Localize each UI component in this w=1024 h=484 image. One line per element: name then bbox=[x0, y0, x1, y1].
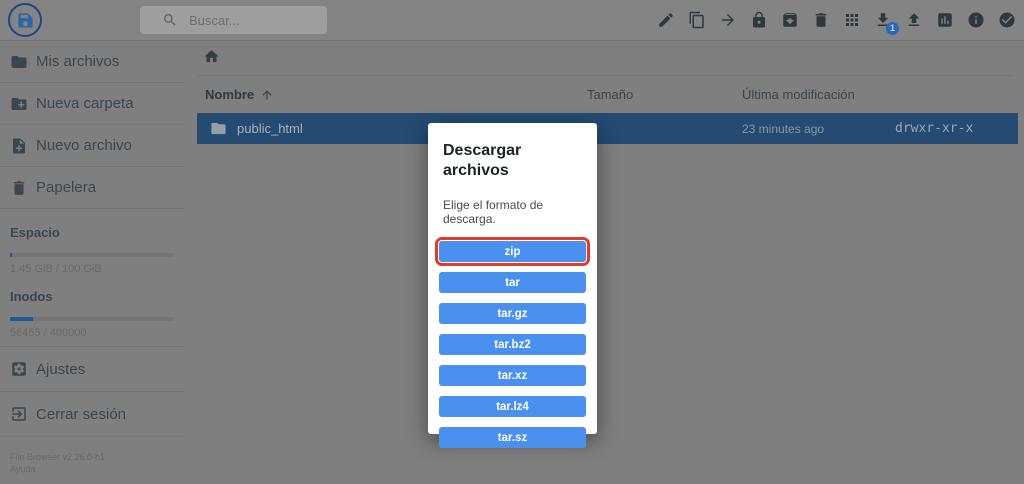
settings-gear-icon bbox=[10, 360, 28, 378]
inodes-progress-fill bbox=[10, 317, 34, 321]
sidebar-item-label: Papelera bbox=[36, 179, 97, 196]
copy-icon[interactable] bbox=[688, 11, 706, 29]
dialog-subtitle: Elige el formato de descarga. bbox=[443, 198, 544, 226]
sidebar-item-label: Mis archivos bbox=[36, 53, 120, 70]
search-box[interactable] bbox=[140, 6, 367, 34]
version-text: File Browser v2.26.0-h1 bbox=[10, 452, 106, 462]
column-header-name[interactable]: Nombre bbox=[205, 87, 274, 102]
select-check-icon[interactable] bbox=[998, 11, 1016, 29]
upload-icon[interactable] bbox=[905, 11, 923, 29]
sort-ascending-icon bbox=[260, 88, 274, 102]
file-listing: Nombre Tamaño Última modificación public… bbox=[184, 41, 1024, 484]
sidebar-item-settings[interactable]: Ajustes bbox=[0, 347, 184, 392]
sidebar-item-trash[interactable]: Papelera bbox=[0, 167, 184, 209]
lock-icon[interactable] bbox=[750, 11, 768, 29]
grid-view-icon[interactable] bbox=[843, 11, 861, 29]
sidebar-item-label: Cerrar sesión bbox=[36, 405, 127, 423]
trash-icon[interactable] bbox=[812, 11, 830, 29]
download-icon[interactable]: 1 bbox=[874, 11, 899, 35]
toolbar-actions: 1 bbox=[657, 0, 1016, 40]
help-link[interactable]: Ayuda bbox=[10, 463, 184, 475]
sidebar-item-logout[interactable]: Cerrar sesión bbox=[0, 392, 184, 437]
sidebar-item-my-files[interactable]: Mis archivos bbox=[0, 41, 184, 83]
trash-icon bbox=[10, 179, 28, 197]
column-header-modified[interactable]: Última modificación bbox=[742, 87, 855, 102]
breadcrumb-home-icon[interactable] bbox=[203, 48, 220, 65]
space-progress-fill bbox=[10, 253, 13, 257]
format-button-tar-sz[interactable]: tar.sz bbox=[439, 427, 586, 448]
topbar: 1 bbox=[0, 0, 1024, 41]
app-logo[interactable] bbox=[8, 3, 42, 37]
sidebar-footer: Ajustes Cerrar sesión bbox=[0, 347, 184, 437]
format-button-zip[interactable]: zip bbox=[435, 237, 590, 266]
format-button-tar-lz4[interactable]: tar.lz4 bbox=[439, 396, 586, 417]
inodes-progress-bar bbox=[10, 317, 174, 321]
logout-icon bbox=[10, 405, 28, 423]
move-arrow-icon[interactable] bbox=[719, 11, 737, 29]
info-icon[interactable] bbox=[967, 11, 985, 29]
sidebar: Mis archivos Nueva carpeta Nuevo archivo… bbox=[0, 41, 184, 484]
space-label: Espacio bbox=[10, 225, 60, 240]
usage-section: Espacio 1.45 GiB / 100 GiB Inodos 56455 … bbox=[0, 209, 184, 347]
credits: File Browser v2.26.0-h1 Ayuda bbox=[0, 437, 184, 475]
breadcrumb-divider bbox=[198, 75, 1012, 76]
format-button-tar-bz2[interactable]: tar.bz2 bbox=[439, 334, 586, 355]
search-icon bbox=[162, 12, 178, 28]
sidebar-item-label: Nueva carpeta bbox=[36, 95, 134, 112]
dialog-title: Descargar archivos bbox=[443, 142, 522, 179]
download-dialog: Descargar archivos Elige el formato de d… bbox=[428, 123, 597, 448]
file-row-public-html[interactable]: public_html 23 minutes ago drwxr-xr-x bbox=[197, 113, 1018, 144]
file-name: public_html bbox=[237, 121, 303, 136]
format-button-tar-gz[interactable]: tar.gz bbox=[439, 303, 586, 324]
column-header-size[interactable]: Tamaño bbox=[587, 87, 633, 102]
new-file-icon bbox=[10, 137, 28, 155]
format-button-tar-xz[interactable]: tar.xz bbox=[439, 365, 586, 386]
new-folder-icon bbox=[10, 95, 28, 113]
archive-icon[interactable] bbox=[781, 11, 799, 29]
space-usage-value: 1.45 GiB / 100 GiB bbox=[10, 263, 102, 275]
edit-icon[interactable] bbox=[657, 11, 675, 29]
inodes-label: Inodos bbox=[10, 289, 53, 304]
sidebar-item-new-folder[interactable]: Nueva carpeta bbox=[0, 83, 184, 125]
sidebar-item-label: Ajustes bbox=[36, 360, 86, 378]
usage-chart-icon[interactable] bbox=[936, 11, 954, 29]
download-count-badge: 1 bbox=[886, 22, 899, 35]
folder-icon bbox=[10, 53, 28, 71]
search-input[interactable] bbox=[187, 11, 367, 29]
inodes-usage-value: 56455 / 400000 bbox=[10, 327, 87, 339]
file-permissions: drwxr-xr-x bbox=[895, 121, 974, 136]
file-modified: 23 minutes ago bbox=[742, 122, 825, 136]
sidebar-item-label: Nuevo archivo bbox=[36, 137, 132, 154]
save-floppy-icon bbox=[16, 11, 35, 30]
folder-icon bbox=[210, 120, 227, 137]
sidebar-item-new-file[interactable]: Nuevo archivo bbox=[0, 125, 184, 167]
format-button-tar[interactable]: tar bbox=[439, 272, 586, 293]
format-button-list: zip tar tar.gz tar.bz2 tar.xz tar.lz4 ta… bbox=[435, 237, 590, 448]
space-progress-bar bbox=[10, 253, 174, 257]
